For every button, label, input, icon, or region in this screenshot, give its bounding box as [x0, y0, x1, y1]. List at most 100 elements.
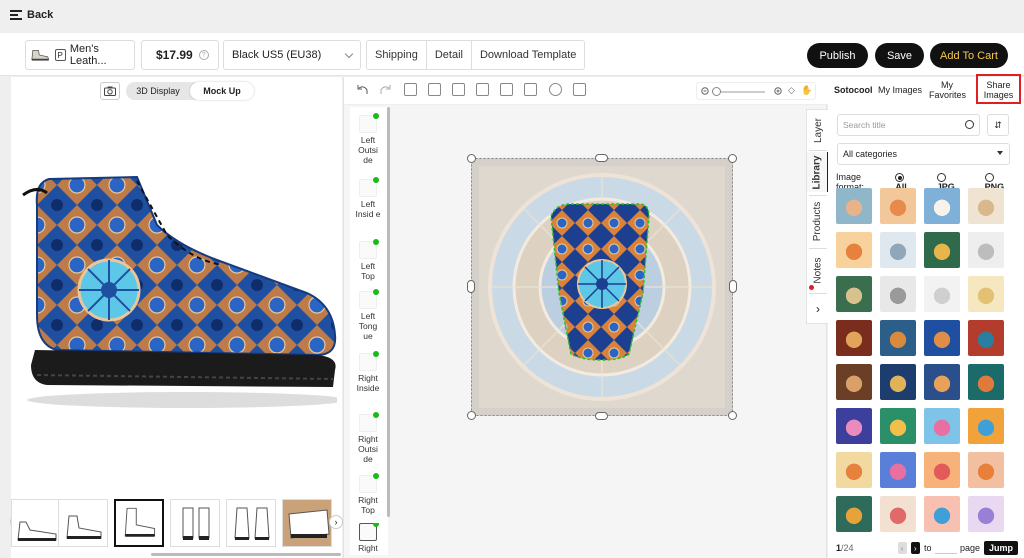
mockup-thumb[interactable]	[282, 499, 332, 547]
library-image-thumb[interactable]	[836, 188, 872, 224]
library-image-thumb[interactable]	[880, 320, 916, 356]
tab-share-images[interactable]: Share Images	[976, 74, 1021, 104]
library-image-thumb[interactable]	[924, 408, 960, 444]
library-image-thumb[interactable]	[968, 364, 1004, 400]
resize-handle[interactable]	[467, 280, 475, 293]
prev-page-icon[interactable]: ‹	[897, 542, 907, 554]
mockup-thumb-selected[interactable]	[114, 499, 164, 547]
zoom-control[interactable]: ◇ ✋	[696, 82, 816, 100]
library-image-thumb[interactable]	[968, 408, 1004, 444]
library-image-thumb[interactable]	[836, 452, 872, 488]
tab-my-images[interactable]: My Images	[878, 85, 922, 95]
collapse-chevron-icon[interactable]: ›	[807, 296, 829, 322]
library-image-thumb[interactable]	[880, 188, 916, 224]
library-image-thumb[interactable]	[836, 496, 872, 532]
page-number-input[interactable]	[935, 542, 957, 554]
eraser-icon[interactable]: ◇	[788, 85, 795, 96]
library-image-thumb[interactable]	[968, 496, 1004, 532]
layers-icon[interactable]	[524, 83, 537, 96]
library-image-thumb[interactable]	[968, 232, 1004, 268]
variant-select[interactable]: Black US5 (EU38)	[223, 40, 361, 70]
fit-icon[interactable]	[573, 83, 586, 96]
zoom-slider-handle[interactable]	[712, 87, 721, 96]
back-button[interactable]: Back	[10, 9, 53, 21]
part-left-outside[interactable]: Left Outsi de	[354, 113, 382, 165]
sort-icon[interactable]: ⇵	[987, 114, 1009, 136]
mode-3d-display[interactable]: 3D Display	[126, 82, 190, 100]
library-image-thumb[interactable]	[924, 188, 960, 224]
library-image-thumb[interactable]	[836, 276, 872, 312]
mode-mock-up[interactable]: Mock Up	[190, 82, 254, 100]
library-image-thumb[interactable]	[924, 452, 960, 488]
product-selector[interactable]: P Men's Leath...	[25, 40, 135, 70]
library-image-thumb[interactable]	[880, 276, 916, 312]
history-icon[interactable]	[549, 83, 562, 96]
resize-handle[interactable]	[728, 411, 737, 420]
library-image-thumb[interactable]	[924, 364, 960, 400]
library-image-thumb[interactable]	[836, 364, 872, 400]
save-button[interactable]: Save	[875, 43, 924, 68]
resize-handle[interactable]	[467, 411, 476, 420]
library-image-thumb[interactable]	[968, 188, 1004, 224]
tab-library[interactable]: Library	[807, 152, 829, 192]
library-image-thumb[interactable]	[880, 232, 916, 268]
publish-button[interactable]: Publish	[807, 43, 868, 68]
redo-icon[interactable]	[379, 83, 392, 96]
tab-notes[interactable]: Notes	[807, 250, 829, 290]
part-left-inside[interactable]: Left Insid e	[354, 177, 382, 219]
mockup-thumb[interactable]	[58, 499, 108, 547]
library-image-thumb[interactable]	[836, 408, 872, 444]
align-center-icon[interactable]	[452, 83, 465, 96]
radio-icon[interactable]	[895, 173, 905, 183]
library-image-thumb[interactable]	[880, 408, 916, 444]
search-icon[interactable]	[965, 120, 974, 129]
tab-layer[interactable]: Layer	[807, 112, 829, 148]
part-right[interactable]: Right	[354, 523, 382, 555]
parts-scrollbar[interactable]	[387, 107, 390, 517]
part-right-outside[interactable]: Right Outsi de	[354, 412, 382, 464]
library-image-thumb[interactable]	[836, 232, 872, 268]
align-vertical-icon[interactable]	[500, 83, 513, 96]
flip-horizontal-icon[interactable]	[476, 83, 489, 96]
tab-detail[interactable]: Detail	[425, 41, 471, 69]
next-page-icon[interactable]: ›	[910, 542, 920, 554]
library-image-thumb[interactable]	[880, 364, 916, 400]
library-image-thumb[interactable]	[924, 496, 960, 532]
part-right-top[interactable]: Right Top	[354, 473, 382, 515]
library-image-thumb[interactable]	[968, 320, 1004, 356]
jump-button[interactable]: Jump	[983, 541, 1018, 555]
library-image-thumb[interactable]	[880, 496, 916, 532]
zoom-in-icon[interactable]	[774, 87, 783, 96]
display-mode-toggle[interactable]: 3D Display Mock Up	[126, 82, 254, 100]
thumbnail-scrollbar[interactable]	[151, 553, 341, 556]
library-image-thumb[interactable]	[836, 320, 872, 356]
part-left-top[interactable]: Left Top	[354, 239, 382, 281]
mockup-thumb[interactable]	[226, 499, 276, 547]
pattern-design-image[interactable]	[471, 158, 733, 416]
part-left-tongue[interactable]: Left Tong ue	[354, 289, 382, 341]
radio-icon[interactable]	[984, 173, 994, 183]
resize-handle[interactable]	[729, 280, 737, 293]
library-image-thumb[interactable]	[968, 452, 1004, 488]
grid-icon[interactable]	[404, 83, 417, 96]
zoom-out-icon[interactable]	[701, 87, 710, 96]
undo-icon[interactable]	[356, 83, 369, 96]
tab-products[interactable]: Products	[807, 198, 829, 244]
library-image-thumb[interactable]	[924, 320, 960, 356]
resize-handle[interactable]	[728, 154, 737, 163]
radio-icon[interactable]	[936, 173, 946, 183]
add-to-cart-button[interactable]: Add To Cart	[930, 43, 1008, 68]
mockup-thumb[interactable]	[11, 499, 61, 547]
tab-sotocool[interactable]: Sotocool	[834, 85, 873, 95]
resize-handle[interactable]	[595, 412, 608, 420]
camera-icon[interactable]	[100, 82, 120, 100]
mockup-thumb[interactable]	[170, 499, 220, 547]
resize-handle[interactable]	[467, 154, 476, 163]
tab-download-template[interactable]: Download Template	[470, 41, 584, 69]
price-info-icon[interactable]: ?	[198, 50, 209, 60]
image-icon[interactable]	[428, 83, 441, 96]
part-right-inside[interactable]: Right Inside	[354, 351, 382, 393]
chevron-right-icon[interactable]: ›	[329, 515, 343, 529]
category-select[interactable]: All categories	[837, 143, 1010, 165]
library-image-thumb[interactable]	[924, 276, 960, 312]
